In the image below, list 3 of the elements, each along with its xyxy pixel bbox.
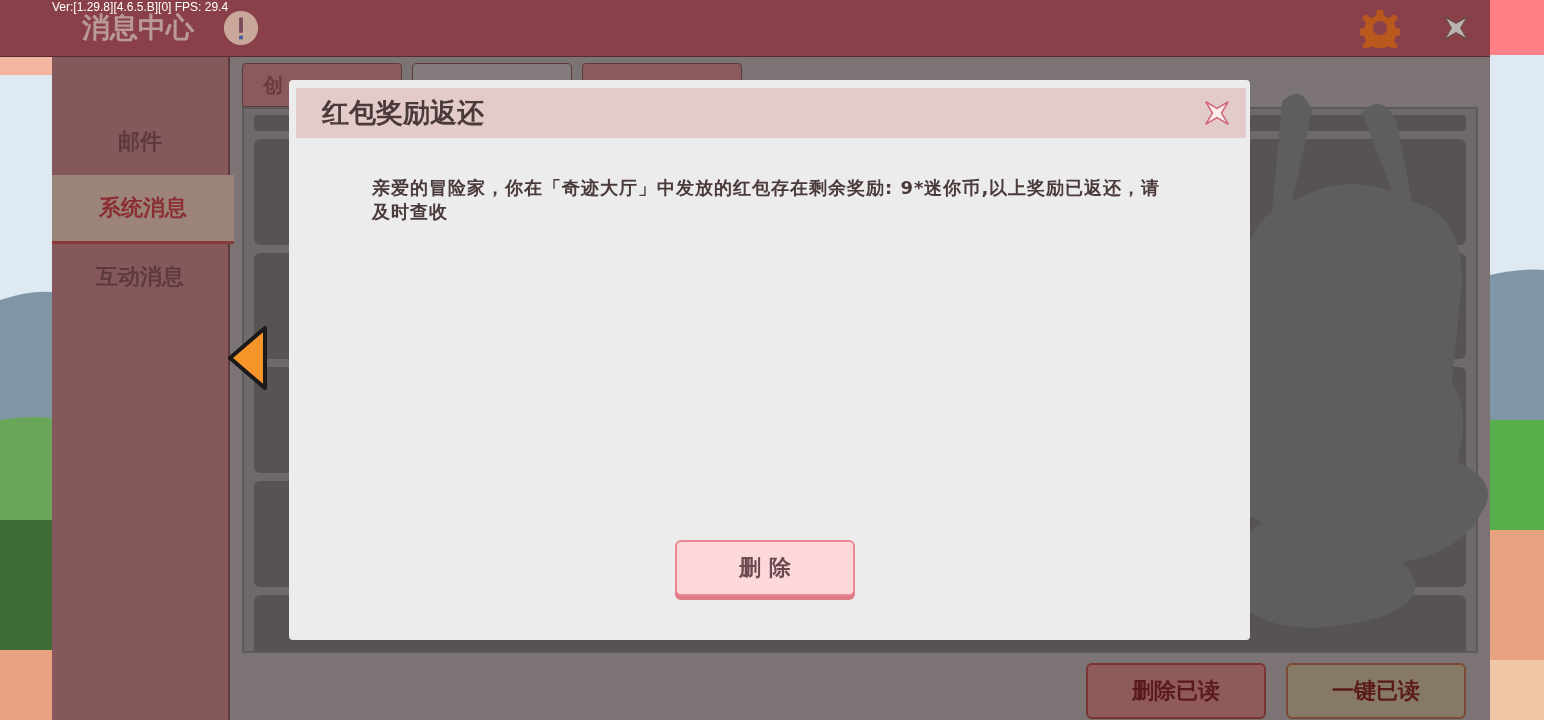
message-text: 亲爱的冒险家，你在「奇迹大厅」中发放的红包存在剩余奖励: 9*迷你币,以上奖励已返还，请及时查收 xyxy=(372,176,1162,224)
version-text: Ver:[1.29.8][4.6.5.B][0] FPS: 29.4 xyxy=(52,0,229,14)
dialog-title: 红包奖励返还 xyxy=(322,96,484,130)
